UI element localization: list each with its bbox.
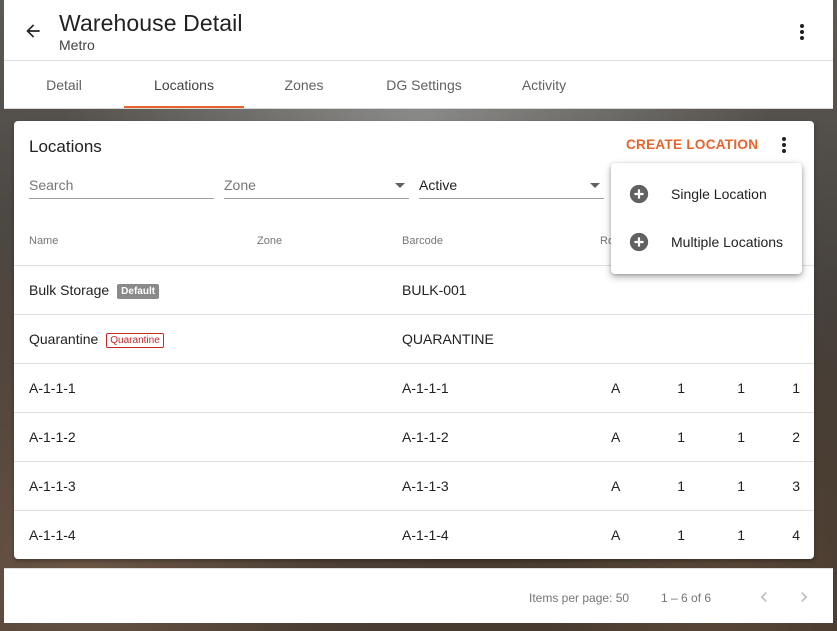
arrow-left-icon bbox=[26, 24, 40, 38]
table-row[interactable]: A-1-1-3 A-1-1-3 A 1 1 3 bbox=[14, 462, 814, 511]
chevron-down-icon bbox=[590, 183, 600, 188]
location-name-cell: A-1-1-1 bbox=[29, 380, 76, 396]
menu-item-label: Multiple Locations bbox=[671, 234, 784, 250]
column-header-zone[interactable]: Zone bbox=[257, 235, 282, 247]
level-cell: 1 bbox=[737, 380, 745, 396]
items-per-page-label[interactable]: Items per page: 50 bbox=[529, 591, 629, 605]
zone-placeholder: Zone bbox=[224, 177, 256, 193]
location-name: Bulk Storage bbox=[29, 282, 110, 298]
card-more-options-icon[interactable] bbox=[772, 133, 796, 157]
status-value: Active bbox=[419, 177, 458, 193]
menu-item-multiple-locations[interactable]: Multiple Locations bbox=[611, 218, 802, 266]
create-location-menu: Single Location Multiple Locations bbox=[611, 163, 802, 274]
level-cell: 1 bbox=[737, 429, 745, 445]
paginator: Items per page: 50 1 – 6 of 6 bbox=[4, 568, 833, 623]
location-name-cell: A-1-1-4 bbox=[29, 527, 76, 543]
status-select[interactable]: Active bbox=[419, 173, 604, 199]
barcode-cell: QUARANTINE bbox=[402, 331, 494, 347]
barcode-cell: A-1-1-2 bbox=[402, 429, 449, 445]
tab-dg-settings[interactable]: DG Settings bbox=[364, 61, 484, 109]
location-name-cell: Bulk Storage Default bbox=[29, 282, 160, 299]
column-cell: 1 bbox=[677, 527, 685, 543]
quarantine-badge: Quarantine bbox=[106, 333, 164, 348]
location-name: Quarantine bbox=[29, 331, 99, 347]
page-title: Warehouse Detail bbox=[59, 10, 243, 36]
row-cell: A bbox=[611, 478, 621, 494]
row-cell: A bbox=[611, 380, 621, 396]
tab-bar: Detail Locations Zones DG Settings Activ… bbox=[4, 61, 833, 109]
table-row[interactable]: A-1-1-4 A-1-1-4 A 1 1 4 bbox=[14, 511, 814, 559]
column-cell: 1 bbox=[677, 478, 685, 494]
page-subtitle: Metro bbox=[59, 37, 95, 53]
create-location-button[interactable]: CREATE LOCATION bbox=[614, 135, 770, 157]
active-tab-indicator bbox=[124, 106, 244, 108]
previous-page-button[interactable] bbox=[752, 585, 776, 609]
row-cell: A bbox=[611, 527, 621, 543]
table-row[interactable]: A-1-1-2 A-1-1-2 A 1 1 2 bbox=[14, 413, 814, 462]
chevron-left-icon bbox=[760, 592, 767, 602]
zone-select[interactable]: Zone bbox=[224, 173, 409, 199]
level-cell: 1 bbox=[737, 478, 745, 494]
position-cell: 4 bbox=[792, 527, 800, 543]
chevron-right-icon bbox=[801, 592, 808, 602]
add-circle-icon bbox=[629, 232, 649, 252]
location-name-cell: A-1-1-2 bbox=[29, 429, 76, 445]
column-cell: 1 bbox=[677, 429, 685, 445]
location-name-cell: Quarantine Quarantine bbox=[29, 331, 164, 348]
tab-locations[interactable]: Locations bbox=[124, 61, 244, 109]
column-header-name[interactable]: Name bbox=[29, 235, 58, 247]
page-range-label: 1 – 6 of 6 bbox=[661, 591, 712, 605]
menu-item-single-location[interactable]: Single Location bbox=[611, 170, 802, 218]
next-page-button[interactable] bbox=[792, 585, 816, 609]
table-row[interactable]: A-1-1-1 A-1-1-1 A 1 1 1 bbox=[14, 364, 814, 413]
level-cell: 1 bbox=[737, 527, 745, 543]
row-cell: A bbox=[611, 429, 621, 445]
column-header-barcode[interactable]: Barcode bbox=[402, 235, 443, 247]
card-title: Locations bbox=[29, 137, 102, 156]
chevron-down-icon bbox=[395, 183, 405, 188]
app-header: Warehouse Detail Metro bbox=[4, 0, 833, 61]
column-cell: 1 bbox=[677, 380, 685, 396]
position-cell: 2 bbox=[792, 429, 800, 445]
table-row[interactable]: Quarantine Quarantine QUARANTINE bbox=[14, 315, 814, 364]
tab-detail[interactable]: Detail bbox=[4, 61, 124, 109]
search-placeholder: Search bbox=[29, 177, 74, 193]
tab-activity[interactable]: Activity bbox=[484, 61, 604, 109]
barcode-cell: A-1-1-1 bbox=[402, 380, 449, 396]
barcode-cell: A-1-1-3 bbox=[402, 478, 449, 494]
menu-item-label: Single Location bbox=[671, 186, 767, 202]
tab-zones[interactable]: Zones bbox=[244, 61, 364, 109]
back-button[interactable] bbox=[20, 18, 46, 44]
location-name-cell: A-1-1-3 bbox=[29, 478, 76, 494]
add-circle-icon bbox=[629, 184, 649, 204]
more-options-icon[interactable] bbox=[790, 20, 814, 44]
barcode-cell: A-1-1-4 bbox=[402, 527, 449, 543]
position-cell: 3 bbox=[792, 478, 800, 494]
app-frame: Warehouse Detail Metro Detail Locations … bbox=[4, 0, 833, 623]
default-badge: Default bbox=[117, 284, 160, 299]
position-cell: 1 bbox=[792, 380, 800, 396]
barcode-cell: BULK-001 bbox=[402, 282, 467, 298]
search-input[interactable]: Search bbox=[29, 173, 214, 199]
